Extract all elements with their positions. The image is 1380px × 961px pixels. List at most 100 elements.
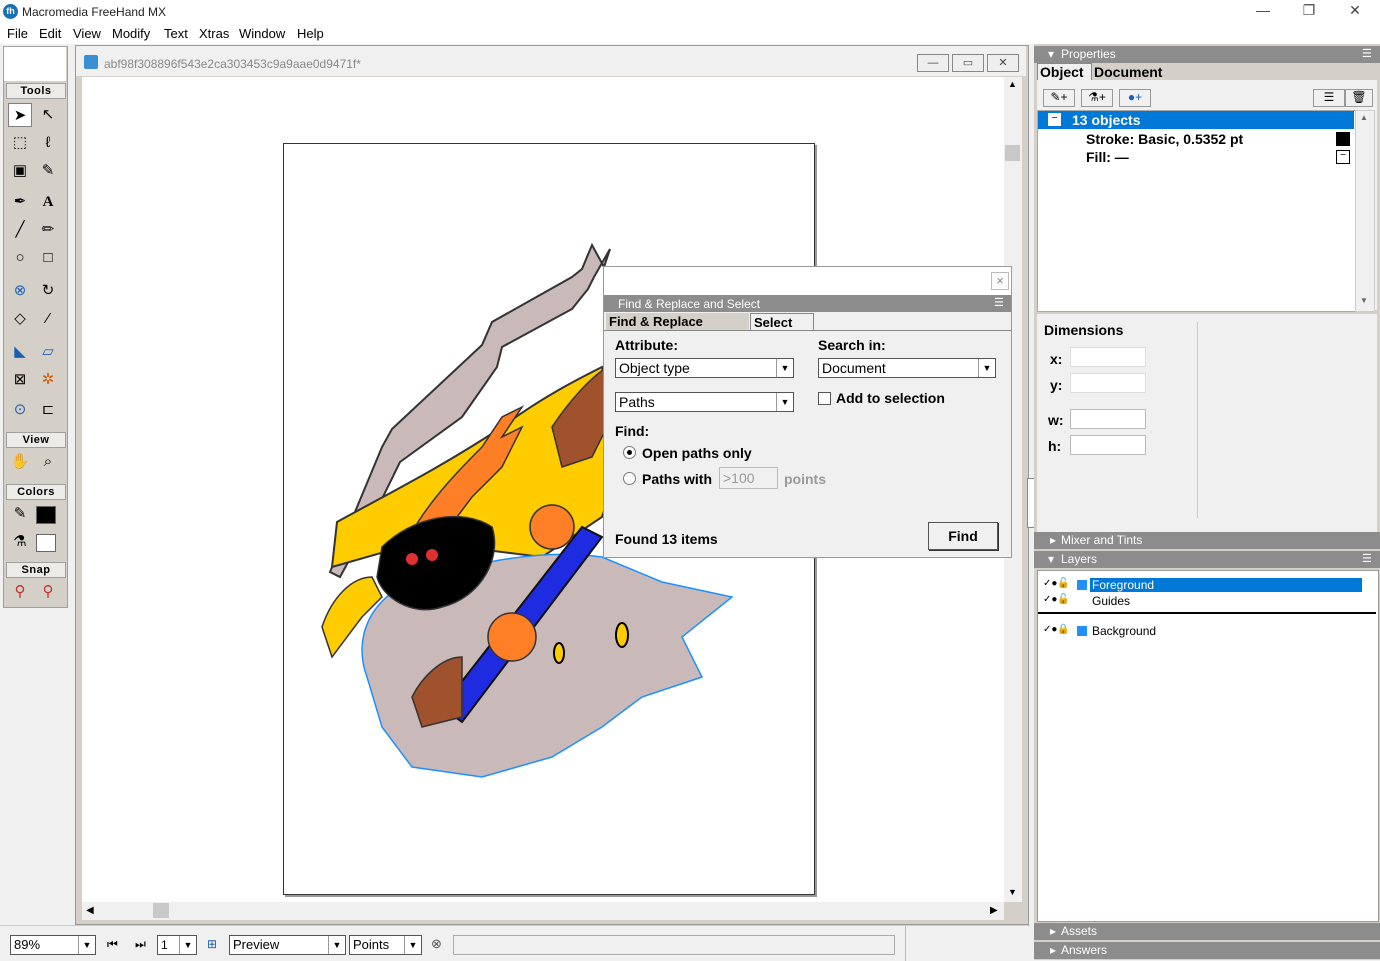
menu-help[interactable]: Help: [297, 26, 324, 41]
stroke-color-swatch[interactable]: [36, 506, 56, 524]
skew-tool-icon[interactable]: ▱: [36, 340, 60, 364]
blend-tool-icon[interactable]: ⊙: [8, 398, 32, 422]
add-fill-icon[interactable]: ⚗+: [1081, 89, 1113, 107]
add-effect-icon[interactable]: ●+: [1119, 89, 1151, 107]
eyedropper-tool-icon[interactable]: ✎: [36, 159, 60, 183]
doc-minimize-button[interactable]: —: [917, 54, 949, 72]
doc-maximize-button[interactable]: ▭: [952, 54, 984, 72]
attribute-select[interactable]: Object type ▼: [615, 358, 794, 378]
menu-text[interactable]: Text: [164, 26, 188, 41]
subselect-tool-icon[interactable]: ↖: [36, 103, 60, 127]
reflect-tool-icon[interactable]: ⊠: [8, 368, 32, 392]
duplicate-icon[interactable]: ☰: [1313, 89, 1345, 107]
view-mode-select[interactable]: Preview ▼: [229, 935, 346, 955]
menu-view[interactable]: View: [73, 26, 101, 41]
pointer-tool-icon[interactable]: ➤: [8, 103, 32, 127]
fill-label[interactable]: Fill: —: [1086, 149, 1129, 165]
tab-select[interactable]: Select: [750, 313, 814, 330]
stroke-swatch[interactable]: [1336, 132, 1350, 146]
menu-edit[interactable]: Edit: [39, 26, 61, 41]
w-field[interactable]: [1070, 409, 1146, 429]
line-tool-icon[interactable]: ╱: [8, 218, 32, 242]
prev-page-icon[interactable]: ⏮: [107, 937, 118, 952]
hand-tool-icon[interactable]: ✋: [8, 450, 32, 474]
menu-modify[interactable]: Modify: [112, 26, 150, 41]
scale-tool-icon[interactable]: ◣: [8, 340, 32, 364]
page-select[interactable]: 1 ▼: [157, 935, 197, 955]
answers-header[interactable]: ▸ Answers: [1034, 942, 1380, 959]
fill-swatch[interactable]: −: [1336, 150, 1350, 164]
scroll-up-icon[interactable]: ▲: [1008, 79, 1017, 89]
minimize-button[interactable]: —: [1240, 2, 1286, 22]
trash-icon[interactable]: 🗑: [1345, 89, 1373, 107]
snap-to-point-icon[interactable]: ⚲: [8, 580, 32, 604]
restore-button[interactable]: ❐: [1286, 2, 1332, 22]
units-select[interactable]: Points ▼: [349, 935, 422, 955]
open-paths-radio[interactable]: [623, 446, 636, 459]
lasso-tool-icon[interactable]: ℓ: [36, 131, 60, 155]
y-field[interactable]: [1070, 373, 1146, 393]
cancel-icon[interactable]: ⊗: [431, 936, 442, 952]
ellipse-tool-icon[interactable]: ○: [8, 246, 32, 270]
layer-color-swatch[interactable]: [1077, 580, 1087, 590]
mixer-header[interactable]: ▸ Mixer and Tints: [1034, 532, 1380, 549]
pen-tool-icon[interactable]: ✒: [8, 190, 32, 214]
type-select[interactable]: Paths ▼: [615, 392, 794, 412]
add-to-selection-checkbox[interactable]: [818, 392, 831, 405]
trace-tool-icon[interactable]: ▣: [8, 159, 32, 183]
panel-menu-icon[interactable]: ☰: [1362, 551, 1372, 568]
layer-color-swatch[interactable]: [1077, 626, 1087, 636]
zoom-select[interactable]: 89% ▼: [10, 935, 96, 955]
connector-tool-icon[interactable]: ⊏: [36, 398, 60, 422]
menu-file[interactable]: File: [7, 26, 28, 41]
properties-header[interactable]: ▾ Properties ☰: [1034, 46, 1380, 63]
tab-document[interactable]: Document: [1092, 65, 1170, 80]
layer-visibility-icon[interactable]: ✓●🔓: [1043, 578, 1070, 589]
vscroll-thumb[interactable]: [1005, 145, 1020, 161]
assets-header[interactable]: ▸ Assets: [1034, 923, 1380, 940]
page-tool-icon[interactable]: ⬚: [8, 131, 32, 155]
properties-scrollbar[interactable]: ▲ ▼: [1355, 110, 1375, 312]
layer-name[interactable]: Guides: [1092, 594, 1130, 608]
layer-name[interactable]: Background: [1092, 624, 1156, 638]
zoom-tool-icon[interactable]: ⌕: [36, 450, 60, 474]
paths-with-radio[interactable]: [623, 472, 636, 485]
rectangle-tool-icon[interactable]: □: [36, 246, 60, 270]
close-button[interactable]: ✕: [1332, 2, 1378, 22]
layer-row-guides[interactable]: ✓●🔓 Guides: [1038, 594, 1376, 608]
horizontal-scrollbar[interactable]: ◀ ▶: [82, 902, 1004, 920]
graphic-hose-tool-icon[interactable]: ✲: [36, 368, 60, 392]
stroke-color-icon[interactable]: ✎: [8, 502, 32, 526]
tab-object[interactable]: Object: [1037, 63, 1092, 80]
freeform-tool-icon[interactable]: ↻: [36, 279, 60, 303]
scroll-right-icon[interactable]: ▶: [990, 905, 998, 916]
fill-color-icon[interactable]: ⚗: [8, 530, 32, 554]
fill-color-swatch[interactable]: [36, 534, 56, 552]
layer-name[interactable]: Foreground: [1090, 578, 1362, 592]
layer-row-foreground[interactable]: ✓●🔓 Foreground: [1038, 578, 1376, 592]
layer-visibility-icon[interactable]: ✓●🔓: [1043, 594, 1070, 605]
find-panel-header[interactable]: Find & Replace and Select ☰: [604, 295, 1011, 312]
paths-with-input[interactable]: >100: [719, 467, 778, 489]
menu-xtras[interactable]: Xtras: [199, 26, 229, 41]
next-page-icon[interactable]: ⏭: [135, 937, 146, 952]
x-field[interactable]: [1070, 347, 1146, 367]
add-stroke-icon[interactable]: ✎+: [1043, 89, 1075, 107]
find-button[interactable]: Find: [928, 522, 998, 550]
panel-menu-icon[interactable]: ☰: [1362, 46, 1372, 63]
text-tool-icon[interactable]: A: [36, 190, 60, 214]
h-field[interactable]: [1070, 435, 1146, 455]
layer-row-background[interactable]: ✓●🔒 Background: [1038, 624, 1376, 638]
stroke-label[interactable]: Stroke: Basic, 0.5352 pt: [1086, 131, 1243, 147]
list-item-selected[interactable]: − 13 objects: [1038, 111, 1354, 129]
add-page-icon[interactable]: ⊞: [207, 937, 217, 951]
collapse-box-icon[interactable]: −: [1048, 113, 1061, 126]
scroll-left-icon[interactable]: ◀: [86, 905, 94, 916]
search-in-select[interactable]: Document ▼: [818, 358, 996, 378]
scroll-up-icon[interactable]: ▲: [1360, 113, 1368, 122]
layers-header[interactable]: ▾ Layers ☰: [1034, 551, 1380, 568]
perspective-tool-icon[interactable]: ⊗: [8, 279, 32, 303]
knife-tool-icon[interactable]: ⁄: [36, 307, 60, 331]
tab-find-replace[interactable]: Find & Replace: [606, 313, 749, 330]
hscroll-thumb[interactable]: [153, 903, 169, 918]
